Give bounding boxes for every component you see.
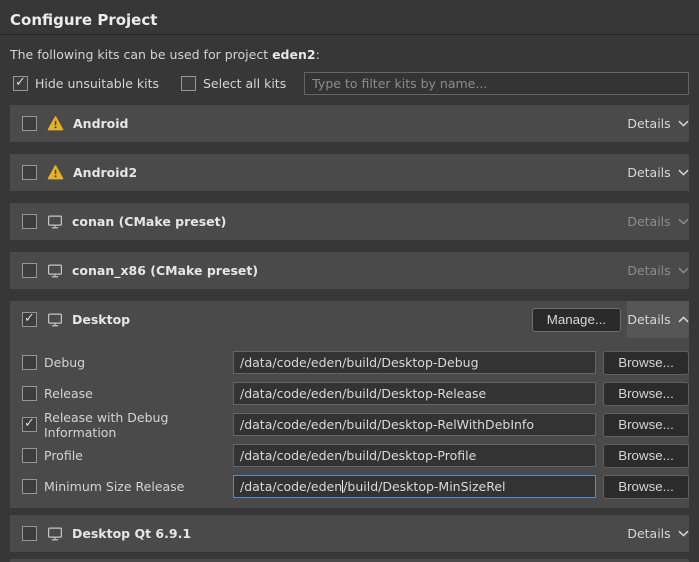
chevron-down-icon [678, 530, 689, 537]
chevron-up-icon [678, 316, 689, 323]
kit-checkbox[interactable] [22, 263, 37, 278]
hide-unsuitable-checkbox[interactable] [13, 76, 28, 91]
details-label: Details [627, 526, 670, 541]
kit-name: conan (CMake preset) [72, 214, 226, 229]
warning-icon [47, 165, 64, 180]
config-checkbox[interactable] [22, 417, 37, 432]
kit-row-conan[interactable]: conan (CMake preset) Details [10, 203, 689, 240]
kit-checkbox[interactable] [22, 165, 37, 180]
input-text-before-caret: /data/code/eden [240, 479, 342, 494]
chevron-down-icon [678, 267, 689, 274]
config-checkbox[interactable] [22, 386, 37, 401]
kit-name: Desktop [72, 312, 130, 327]
kit-checkbox[interactable] [22, 312, 37, 327]
kit-row-android[interactable]: Android Details [10, 105, 689, 142]
kit-row-desktop-qt[interactable]: Desktop Qt 6.9.1 Details [10, 515, 689, 552]
browse-button[interactable]: Browse... [603, 382, 689, 406]
kit-name: Android [73, 116, 129, 131]
details-toggle[interactable]: Details [627, 105, 689, 142]
kit-row-android2[interactable]: Android2 Details [10, 154, 689, 191]
build-config-row-debug: Debug /data/code/eden/build/Desktop-Debu… [22, 351, 689, 374]
kit-name: Desktop Qt 6.9.1 [72, 526, 191, 541]
config-label: Minimum Size Release [44, 479, 233, 494]
desktop-computer-icon [47, 214, 63, 230]
details-toggle[interactable]: Details [627, 301, 689, 338]
desktop-computer-icon [47, 312, 63, 328]
browse-button[interactable]: Browse... [603, 444, 689, 468]
build-dir-input[interactable]: /data/code/eden/build/Desktop-RelWithDeb… [233, 413, 596, 436]
kit-name: Android2 [73, 165, 137, 180]
hide-unsuitable-label[interactable]: Hide unsuitable kits [35, 76, 159, 91]
build-config-row-profile: Profile /data/code/eden/build/Desktop-Pr… [22, 444, 689, 467]
build-config-row-minsizerel: Minimum Size Release /data/code/eden/bui… [22, 475, 689, 498]
details-toggle[interactable]: Details [627, 154, 689, 191]
chevron-down-icon [678, 169, 689, 176]
intro-prefix: The following kits can be used for proje… [10, 47, 272, 62]
build-config-row-relwithdebinfo: Release with Debug Information /data/cod… [22, 413, 689, 436]
page-title: Configure Project [10, 11, 689, 29]
kit-row-desktop[interactable]: Desktop Manage... Details [10, 301, 689, 338]
details-toggle[interactable]: Details [627, 515, 689, 552]
config-label: Release with Debug Information [44, 410, 233, 440]
details-label: Details [627, 116, 670, 131]
select-all-checkbox[interactable] [181, 76, 196, 91]
kit-checkbox[interactable] [22, 526, 37, 541]
details-toggle[interactable]: Details [627, 252, 689, 289]
chevron-down-icon [678, 120, 689, 127]
kit-row-conan-x86[interactable]: conan_x86 (CMake preset) Details [10, 252, 689, 289]
kit-name: conan_x86 (CMake preset) [72, 263, 258, 278]
kit-panel-desktop: Desktop Manage... Details Debug /data/co… [10, 301, 689, 508]
desktop-computer-icon [47, 526, 63, 542]
intro-text: The following kits can be used for proje… [10, 48, 689, 62]
browse-button[interactable]: Browse... [603, 475, 689, 499]
config-label: Release [44, 386, 233, 401]
browse-button[interactable]: Browse... [603, 413, 689, 437]
config-checkbox[interactable] [22, 448, 37, 463]
browse-button[interactable]: Browse... [603, 351, 689, 375]
select-all-label[interactable]: Select all kits [203, 76, 286, 91]
build-dir-input[interactable]: /data/code/eden/build/Desktop-Debug [233, 351, 596, 374]
chevron-down-icon [678, 218, 689, 225]
config-label: Profile [44, 448, 233, 463]
build-dir-input[interactable]: /data/code/eden/build/Desktop-Profile [233, 444, 596, 467]
kit-filter-input[interactable]: Type to filter kits by name... [304, 72, 689, 95]
manage-button[interactable]: Manage... [532, 308, 621, 332]
config-checkbox[interactable] [22, 479, 37, 494]
warning-icon [47, 116, 64, 131]
desktop-computer-icon [47, 263, 63, 279]
intro-suffix: : [316, 47, 320, 62]
config-label: Debug [44, 355, 233, 370]
details-toggle[interactable]: Details [627, 203, 689, 240]
kit-checkbox[interactable] [22, 116, 37, 131]
build-dir-input[interactable]: /data/code/eden/build/Desktop-Release [233, 382, 596, 405]
kit-checkbox[interactable] [22, 214, 37, 229]
build-dir-input-focused[interactable]: /data/code/eden/build/Desktop-MinSizeRel [233, 475, 596, 498]
config-checkbox[interactable] [22, 355, 37, 370]
page-header: Configure Project [0, 0, 699, 35]
details-label: Details [627, 312, 670, 327]
details-label: Details [627, 263, 670, 278]
build-config-row-release: Release /data/code/eden/build/Desktop-Re… [22, 382, 689, 405]
input-text-after-caret: /build/Desktop-MinSizeRel [343, 479, 505, 494]
kit-filter-bar: Hide unsuitable kits Select all kits Typ… [10, 72, 689, 95]
project-name: eden2 [272, 47, 316, 62]
details-label: Details [627, 165, 670, 180]
details-label: Details [627, 214, 670, 229]
